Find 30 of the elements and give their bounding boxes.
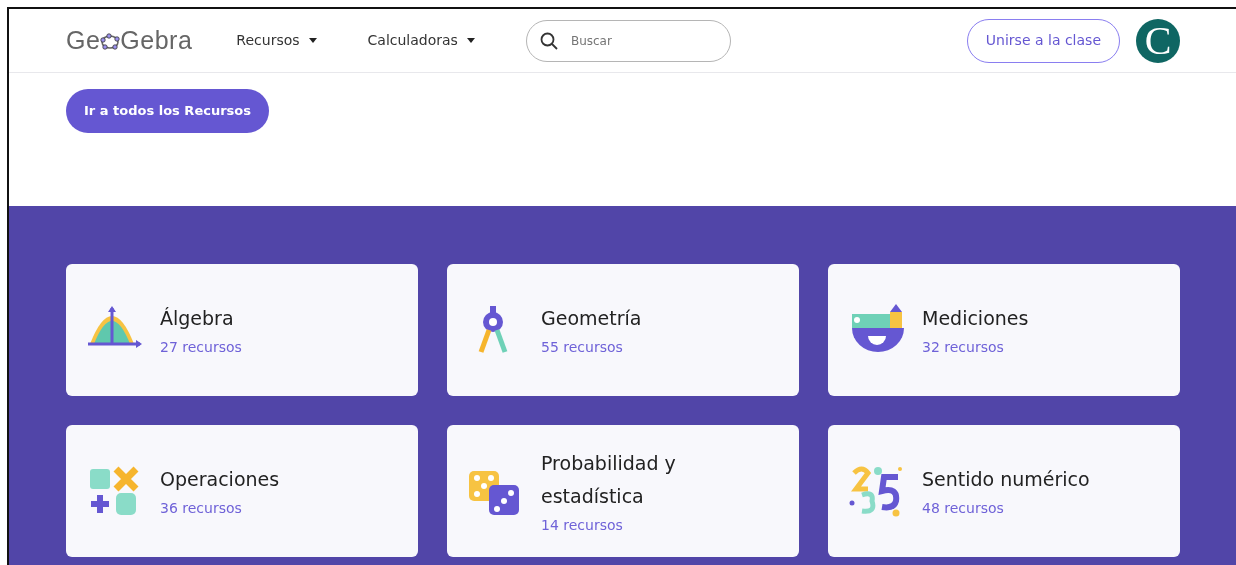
category-card[interactable]: Mediciones 32 recursos	[828, 264, 1180, 396]
category-card[interactable]: Geometría 55 recursos	[447, 264, 799, 396]
resource-count: 14 recursos	[541, 515, 624, 535]
nav-menu-button[interactable]: Calculadoras	[367, 30, 476, 51]
category-card[interactable]: Probabilidad y estadística 14 recursos	[447, 425, 799, 557]
category-title: Probabilidad y estadística	[541, 450, 677, 509]
logo-text: Gebra	[120, 24, 193, 56]
avatar[interactable]: C	[1136, 18, 1180, 63]
category-title: Geometría	[541, 306, 642, 331]
category-title: Mediciones	[922, 306, 1029, 331]
search-field[interactable]: Buscar	[525, 19, 731, 62]
all-resources-button[interactable]: Ir a todos los Recursos	[66, 89, 269, 133]
logo-icon	[100, 31, 121, 50]
join-class-button[interactable]: Unirse a la clase	[966, 18, 1120, 63]
search-icon	[539, 31, 558, 50]
category-card[interactable]: Álgebra 27 recursos	[66, 264, 418, 396]
resource-count: 55 recursos	[541, 338, 624, 357]
category-title: Sentido numérico	[922, 467, 1090, 492]
category-title: Álgebra	[160, 306, 235, 331]
category-title: Operaciones	[160, 467, 280, 492]
resource-count: 36 recursos	[160, 499, 243, 518]
resource-count: 27 recursos	[160, 338, 242, 357]
resource-count: 32 recursos	[922, 338, 1005, 357]
nav-menu-button[interactable]: Recursos	[236, 30, 318, 51]
category-card[interactable]: Sentido numérico 48 recursos	[828, 425, 1180, 557]
logo-text: Ge	[66, 24, 101, 56]
category-card[interactable]: Operaciones 36 recursos	[66, 425, 418, 557]
caret-icon	[307, 37, 318, 44]
resource-count: 48 recursos	[922, 499, 1005, 518]
caret-icon	[465, 37, 476, 44]
